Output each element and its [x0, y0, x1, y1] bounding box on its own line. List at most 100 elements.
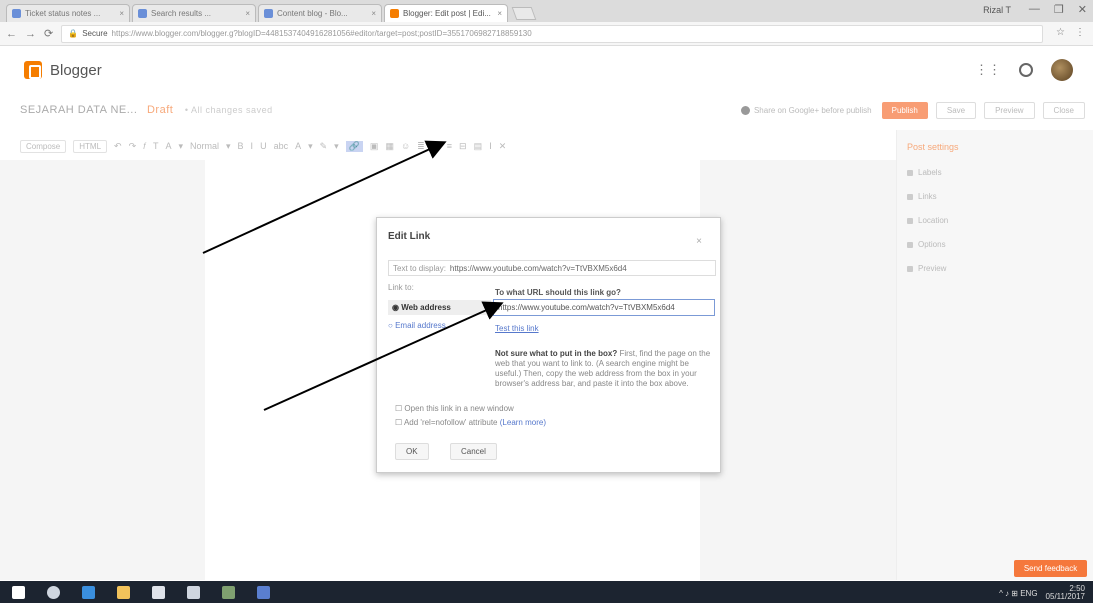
underline-icon[interactable]: U — [260, 141, 267, 151]
post-title[interactable]: SEJARAH DATA NE... — [20, 104, 137, 116]
browser-tab[interactable]: Content blog - Blo... × — [258, 4, 382, 22]
remove-formatting-icon[interactable]: ✕ — [499, 141, 507, 152]
search-icon[interactable] — [47, 585, 60, 599]
post-title-row: SEJARAH DATA NE... Draft • All changes s… — [20, 104, 273, 116]
close-icon[interactable]: × — [696, 236, 702, 247]
send-feedback-button[interactable]: Send feedback — [1014, 560, 1087, 577]
close-icon[interactable]: × — [371, 9, 376, 18]
publish-button[interactable]: Publish — [881, 102, 928, 119]
chevron-down-icon[interactable]: ▾ — [178, 141, 183, 152]
url-input[interactable]: https://www.youtube.com/watch?v=TtVBXM5x… — [493, 299, 715, 316]
tab-label: Ticket status notes ... — [25, 9, 101, 18]
clock[interactable]: 2:50 05/11/2017 — [1046, 585, 1085, 601]
tab-favicon — [12, 9, 21, 18]
gear-icon — [907, 241, 913, 248]
text-color-icon[interactable]: A — [295, 141, 301, 151]
input-tools-icon[interactable]: Ⅰ — [489, 141, 492, 152]
settings-item-location[interactable]: Location — [907, 216, 1083, 225]
save-status: • All changes saved — [184, 105, 273, 115]
test-link[interactable]: Test this link — [495, 324, 539, 333]
settings-item-label: Links — [918, 192, 937, 201]
file-explorer-icon[interactable] — [117, 585, 130, 599]
url-omnibox[interactable]: 🔒 Secure https://www.blogger.com/blogger… — [61, 24, 1043, 43]
settings-item-labels[interactable]: Labels — [907, 168, 1083, 177]
highlight-icon[interactable]: ✎ — [320, 141, 328, 152]
post-settings-panel: Post settings Labels Links Location Opti… — [896, 130, 1093, 580]
new-window-checkbox[interactable]: ☐ Open this link in a new window — [395, 404, 514, 413]
post-actions: Share on Google+ before publish Publish … — [740, 102, 1085, 119]
font-icon[interactable]: 𝑓 — [143, 141, 146, 152]
star-icon[interactable]: ☆ — [1056, 27, 1065, 38]
redo-icon[interactable]: ↷ — [129, 141, 137, 152]
store-icon[interactable] — [152, 585, 165, 599]
tab-label: Search results ... — [151, 9, 212, 18]
ok-button[interactable]: OK — [395, 443, 429, 460]
text-to-display-field[interactable]: Text to display: https://www.youtube.com… — [388, 260, 716, 276]
blogger-logo-icon[interactable] — [24, 61, 42, 79]
link-icon[interactable]: 🔗 — [345, 140, 363, 152]
brand-name[interactable]: Blogger — [50, 62, 102, 79]
bullet-list-icon[interactable]: ⊟ — [459, 141, 467, 152]
bold-icon[interactable]: B — [238, 141, 244, 151]
image-icon[interactable]: ▣ — [370, 141, 379, 152]
strikethrough-icon[interactable]: abc — [274, 141, 289, 151]
learn-more-link[interactable]: (Learn more) — [500, 418, 546, 427]
menu-icon[interactable]: ⋮ — [1075, 27, 1085, 38]
close-icon[interactable]: × — [119, 9, 124, 18]
url-question-label: To what URL should this link go? — [495, 288, 621, 297]
close-icon[interactable]: × — [245, 9, 250, 18]
photos-icon[interactable] — [187, 585, 200, 599]
quote-icon[interactable]: ▤ — [474, 141, 483, 152]
email-address-option[interactable]: ○ Email address — [388, 321, 446, 330]
notifications-icon[interactable] — [1019, 63, 1033, 77]
text-size-icon[interactable]: A — [165, 141, 171, 151]
windows-start-icon[interactable] — [12, 585, 25, 599]
browser-profile[interactable]: Rizal T — [983, 5, 1011, 15]
numbered-list-icon[interactable]: ≡ — [447, 141, 452, 151]
word-icon[interactable] — [257, 585, 270, 599]
web-address-option[interactable]: ◉ Web address — [388, 300, 491, 315]
close-button[interactable]: Close — [1042, 102, 1085, 119]
back-icon[interactable]: ← — [6, 28, 17, 40]
help-text: Not sure what to put in the box? First, … — [495, 349, 715, 389]
tab-favicon — [264, 9, 273, 18]
browser-tab[interactable]: Ticket status notes ... × — [6, 4, 130, 22]
reload-icon[interactable]: ⟳ — [44, 27, 53, 40]
maximize-button[interactable]: ❐ — [1054, 3, 1064, 16]
tab-label: Blogger: Edit post | Edi... — [403, 9, 491, 18]
emoji-icon[interactable]: ☺ — [401, 141, 410, 151]
nofollow-checkbox[interactable]: ☐ Add 'rel=nofollow' attribute (Learn mo… — [395, 418, 546, 427]
font-size-icon[interactable]: T — [153, 141, 159, 151]
edge-icon[interactable] — [82, 585, 95, 599]
chevron-down-icon[interactable]: ▾ — [226, 141, 231, 152]
forward-icon[interactable]: → — [25, 28, 36, 40]
browser-tab-active[interactable]: Blogger: Edit post | Edi... × — [384, 4, 508, 22]
tray-icons[interactable]: ^ ♪ ⊞ ENG — [999, 589, 1037, 598]
minimize-button[interactable]: — — [1029, 3, 1040, 16]
chevron-down-icon[interactable]: ▾ — [334, 141, 339, 152]
align-icon[interactable]: ☰ — [432, 141, 440, 152]
compose-mode-button[interactable]: Compose — [20, 139, 67, 153]
chrome-icon[interactable] — [222, 585, 235, 599]
settings-item-links[interactable]: Links — [907, 192, 1083, 201]
blogger-header: Blogger ⋮⋮ — [0, 47, 1093, 93]
new-tab-button[interactable] — [511, 7, 537, 20]
jump-break-icon[interactable]: ≣ — [417, 141, 425, 152]
save-button[interactable]: Save — [935, 102, 977, 119]
preview-button[interactable]: Preview — [984, 102, 1035, 119]
settings-item-options[interactable]: Options — [907, 240, 1083, 249]
html-mode-button[interactable]: HTML — [73, 139, 108, 153]
settings-item-preview[interactable]: Preview — [907, 264, 1083, 273]
video-icon[interactable]: ▦ — [385, 141, 394, 152]
close-window-button[interactable]: ✕ — [1078, 3, 1087, 16]
close-icon[interactable]: × — [497, 9, 502, 18]
chevron-down-icon[interactable]: ▾ — [308, 141, 313, 152]
cancel-button[interactable]: Cancel — [450, 443, 497, 460]
checkbox-icon: ☐ — [395, 404, 405, 413]
undo-icon[interactable]: ↶ — [114, 141, 122, 152]
avatar[interactable] — [1051, 59, 1073, 81]
italic-icon[interactable]: I — [251, 141, 254, 151]
apps-grid-icon[interactable]: ⋮⋮ — [975, 62, 1001, 78]
browser-tab[interactable]: Search results ... × — [132, 4, 256, 22]
paragraph-format-select[interactable]: Normal — [190, 141, 219, 151]
